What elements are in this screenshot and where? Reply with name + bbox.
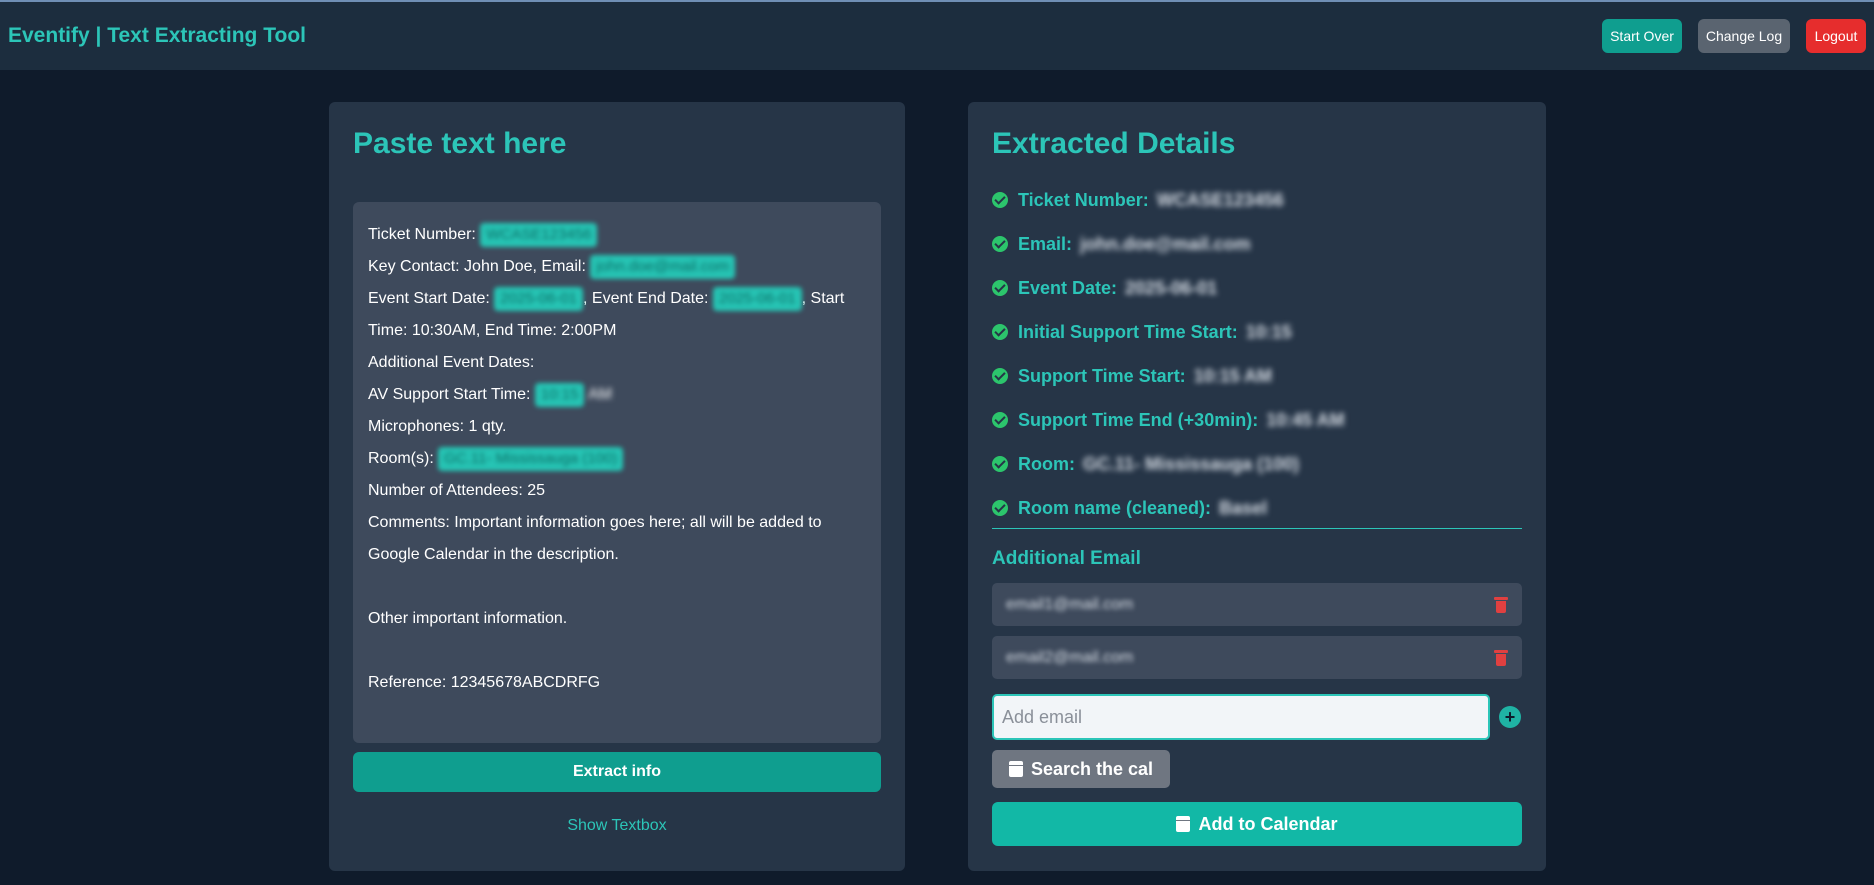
start-date-highlight: 2025-06-01 [494, 287, 584, 311]
show-textbox-link[interactable]: Show Textbox [329, 817, 905, 835]
check-circle-icon [992, 412, 1008, 428]
logout-button[interactable]: Logout [1806, 19, 1866, 53]
additional-dates-line: Additional Event Dates: [368, 354, 535, 371]
detail-label: Initial Support Time Start: [1018, 321, 1238, 342]
check-circle-icon [992, 192, 1008, 208]
av-suffix: AM [588, 386, 612, 403]
additional-email-row: email2@mail.com [992, 636, 1522, 679]
check-circle-icon [992, 324, 1008, 340]
detail-label: Email: [1018, 233, 1073, 254]
start-suffix: , Start [801, 290, 845, 307]
reference-line: Reference: 12345678ABCDRFG [368, 674, 601, 691]
detail-label: Ticket Number: [1018, 189, 1149, 210]
ticket-highlight: WCASE123456 [480, 223, 598, 247]
room-highlight: GC.11- Mississauga (100) [438, 447, 624, 471]
attendees-line: Number of Attendees: 25 [368, 482, 545, 499]
other-info-line: Other important information. [368, 610, 568, 627]
rooms-line: Room(s): GC.11- Mississauga (100) [368, 443, 866, 475]
additional-email-value: email1@mail.com [1006, 595, 1134, 613]
check-circle-icon [992, 500, 1008, 516]
detail-room-name-cleaned: Room name (cleaned): Basel [992, 486, 1522, 530]
search-calendar-label: Search the cal [1030, 758, 1154, 779]
contact-label: Key Contact: John Doe, Email: [368, 258, 586, 275]
detail-label: Support Time Start: [1018, 365, 1186, 386]
extract-info-button[interactable]: Extract info [353, 752, 881, 792]
additional-email-row: email1@mail.com [992, 583, 1522, 626]
navbar: Eventify | Text Extracting Tool Start Ov… [0, 2, 1874, 70]
contact-line: Key Contact: John Doe, Email: john.doe@m… [368, 251, 866, 283]
detail-label: Room: [1018, 453, 1075, 474]
add-to-calendar-label: Add to Calendar [1198, 813, 1338, 834]
time-line: Time: 10:30AM, End Time: 2:00PM [368, 322, 617, 339]
check-circle-icon [992, 236, 1008, 252]
end-date-highlight: 2025-06-01 [712, 287, 802, 311]
plus-circle-icon[interactable]: + [1499, 706, 1521, 728]
additional-email-value: email2@mail.com [1006, 648, 1134, 666]
calendar-icon [1008, 761, 1023, 777]
microphones-line: Microphones: 1 qty. [368, 418, 507, 435]
ticket-label: Ticket Number: [368, 226, 476, 243]
av-time-highlight: 10:15 [534, 383, 585, 407]
rooms-label: Room(s): [368, 450, 434, 467]
paste-text-title: Paste text here [353, 127, 567, 160]
dates-line: Event Start Date: 2025-06-01, Event End … [368, 283, 866, 315]
detail-initial-support-start: Initial Support Time Start: 10:15 [992, 310, 1522, 354]
end-date-label: , Event End Date: [583, 290, 709, 307]
ticket-line: Ticket Number: WCASE123456 [368, 219, 866, 251]
detail-value: WCASE123456 [1156, 189, 1284, 210]
detail-label: Room name (cleaned): [1018, 497, 1212, 518]
detail-value: 10:15 [1245, 321, 1292, 342]
add-email-input[interactable] [992, 694, 1490, 740]
detail-value: 10:15 AM [1193, 365, 1273, 386]
detail-label: Event Date: [1018, 277, 1118, 298]
paste-textbox[interactable]: Ticket Number: WCASE123456 Key Contact: … [353, 202, 881, 743]
detail-support-start: Support Time Start: 10:15 AM [992, 354, 1522, 398]
detail-label: Support Time End (+30min): [1018, 409, 1259, 430]
av-support-line: AV Support Start Time: 10:15 AM [368, 379, 866, 411]
trash-icon[interactable] [1494, 596, 1508, 613]
search-calendar-button[interactable]: Search the cal [992, 750, 1170, 788]
section-divider [992, 528, 1522, 529]
detail-event-date: Event Date: 2025-06-01 [992, 266, 1522, 310]
detail-value: john.doe@mail.com [1080, 233, 1251, 254]
detail-value: Basel [1219, 497, 1268, 518]
details-list: Ticket Number: WCASE123456 Email: john.d… [992, 178, 1522, 530]
additional-email-title: Additional Email [992, 548, 1141, 569]
check-circle-icon [992, 456, 1008, 472]
detail-ticket-number: Ticket Number: WCASE123456 [992, 178, 1522, 222]
detail-email: Email: john.doe@mail.com [992, 222, 1522, 266]
email-highlight: john.doe@mail.com [590, 255, 736, 279]
av-support-label: AV Support Start Time: [368, 386, 531, 403]
extracted-details-card: Extracted Details Ticket Number: WCASE12… [968, 102, 1546, 871]
check-circle-icon [992, 280, 1008, 296]
comments-line: Comments: Important information goes her… [368, 514, 822, 563]
check-circle-icon [992, 368, 1008, 384]
detail-value: 10:45 AM [1266, 409, 1345, 430]
detail-value: GC.11- Mississauga (100) [1083, 453, 1300, 474]
trash-icon[interactable] [1494, 649, 1508, 666]
app-title: Eventify | Text Extracting Tool [8, 24, 306, 47]
extracted-details-title: Extracted Details [992, 127, 1236, 160]
detail-support-end: Support Time End (+30min): 10:45 AM [992, 398, 1522, 442]
start-over-button[interactable]: Start Over [1602, 19, 1682, 53]
detail-value: 2025-06-01 [1125, 277, 1218, 298]
change-log-button[interactable]: Change Log [1698, 19, 1790, 53]
calendar-icon [1176, 816, 1191, 832]
detail-room: Room: GC.11- Mississauga (100) [992, 442, 1522, 486]
paste-text-card: Paste text here Ticket Number: WCASE1234… [329, 102, 905, 871]
start-date-label: Event Start Date: [368, 290, 490, 307]
add-to-calendar-button[interactable]: Add to Calendar [992, 802, 1522, 846]
